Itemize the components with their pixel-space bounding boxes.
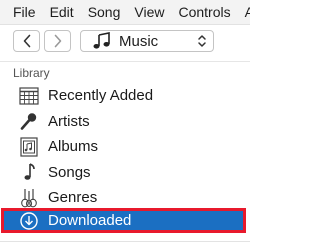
microphone-icon <box>18 110 40 132</box>
music-note-icon <box>93 32 110 49</box>
menu-account[interactable]: Ac <box>236 0 250 24</box>
sidebar-item-genres[interactable]: Genres <box>0 185 250 211</box>
sidebar-item-artists[interactable]: Artists <box>0 109 250 135</box>
menu-song[interactable]: Song <box>79 0 126 24</box>
menu-edit[interactable]: Edit <box>41 0 79 24</box>
chevron-left-icon <box>23 34 30 48</box>
sidebar-item-downloaded[interactable]: Downloaded <box>0 209 250 232</box>
guitars-icon <box>18 187 40 209</box>
toolbar: Music <box>0 25 250 62</box>
menu-controls[interactable]: Controls <box>169 0 235 24</box>
media-type-dropdown[interactable]: Music <box>80 30 214 52</box>
sidebar-item-recently-added[interactable]: Recently Added <box>0 83 250 109</box>
divider <box>0 241 250 242</box>
download-circle-icon <box>18 210 40 232</box>
menu-file[interactable]: File <box>0 0 41 24</box>
menu-bar: File Edit Song View Controls Ac <box>0 0 250 25</box>
music-note-icon <box>18 161 40 183</box>
media-type-label: Music <box>119 32 159 50</box>
menu-view[interactable]: View <box>125 0 169 24</box>
sidebar-item-label: Genres <box>48 189 98 207</box>
sidebar-item-label: Recently Added <box>48 87 154 105</box>
chevron-right-icon <box>54 34 61 48</box>
sidebar-item-albums[interactable]: Albums <box>0 134 250 160</box>
back-button[interactable] <box>13 30 40 52</box>
library-list: Recently Added Artists Albums Songs Genr… <box>0 83 250 211</box>
sidebar-item-label: Albums <box>48 138 99 156</box>
sidebar-item-songs[interactable]: Songs <box>0 160 250 186</box>
sidebar-item-label: Downloaded <box>48 212 132 229</box>
sidebar-item-label: Songs <box>48 163 91 181</box>
sidebar-item-label: Artists <box>48 112 90 130</box>
grid-calendar-icon <box>18 85 40 107</box>
album-icon <box>18 136 40 158</box>
up-down-chevron-icon <box>198 35 206 47</box>
forward-button[interactable] <box>44 30 71 52</box>
library-section-title: Library <box>13 66 50 80</box>
